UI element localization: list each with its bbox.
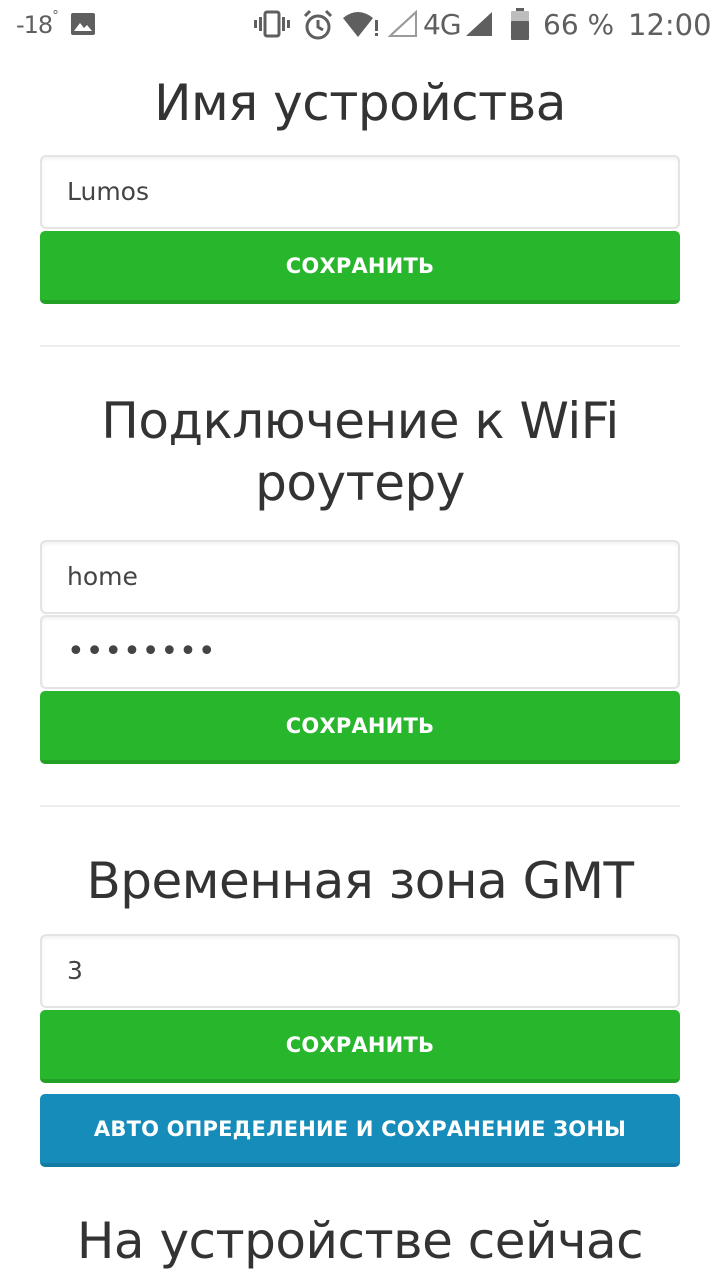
vibrate-icon bbox=[254, 10, 290, 38]
save-timezone-button[interactable]: СОХРАНИТЬ bbox=[40, 1010, 680, 1083]
device-name-input[interactable]: Lumos bbox=[40, 155, 680, 229]
network-type: 4G bbox=[423, 8, 462, 41]
wifi-heading-line2: роутеру bbox=[255, 454, 465, 512]
timezone-heading: Временная зона GMT bbox=[86, 852, 634, 910]
temperature-value: -18 bbox=[16, 11, 53, 39]
wifi-heading: Подключение к WiFi роутеру bbox=[40, 390, 680, 514]
image-icon bbox=[71, 13, 95, 35]
temperature-readout: -18° bbox=[16, 9, 59, 39]
device-now-heading: На устройстве сейчас bbox=[76, 1212, 644, 1270]
section-divider bbox=[40, 805, 680, 807]
status-bar: -18° 4G 66 % 12:00 bbox=[0, 0, 720, 50]
settings-page: -18° 4G 66 % 12:00 Имя устройства Lumos … bbox=[0, 0, 720, 1280]
wifi-icon bbox=[343, 12, 378, 37]
signal-empty-icon bbox=[388, 10, 417, 37]
section-divider bbox=[40, 345, 680, 347]
wifi-ssid-input[interactable]: home bbox=[40, 540, 680, 614]
battery-percent: 66 % bbox=[543, 8, 615, 41]
timezone-input[interactable]: 3 bbox=[40, 934, 680, 1008]
save-device-name-button[interactable]: СОХРАНИТЬ bbox=[40, 231, 680, 304]
temperature-unit: ° bbox=[52, 9, 58, 24]
clock: 12:00 bbox=[628, 8, 712, 42]
signal-full-icon bbox=[466, 12, 492, 36]
wifi-heading-line1: Подключение к WiFi bbox=[101, 392, 619, 450]
save-wifi-button[interactable]: СОХРАНИТЬ bbox=[40, 691, 680, 764]
wifi-password-input[interactable]: •••••••• bbox=[40, 615, 680, 689]
alarm-icon bbox=[303, 9, 333, 40]
auto-timezone-button[interactable]: АВТО ОПРЕДЕЛЕНИЕ И СОХРАНЕНИЕ ЗОНЫ bbox=[40, 1094, 680, 1167]
device-name-heading: Имя устройства bbox=[154, 74, 566, 132]
battery-icon bbox=[511, 8, 529, 40]
